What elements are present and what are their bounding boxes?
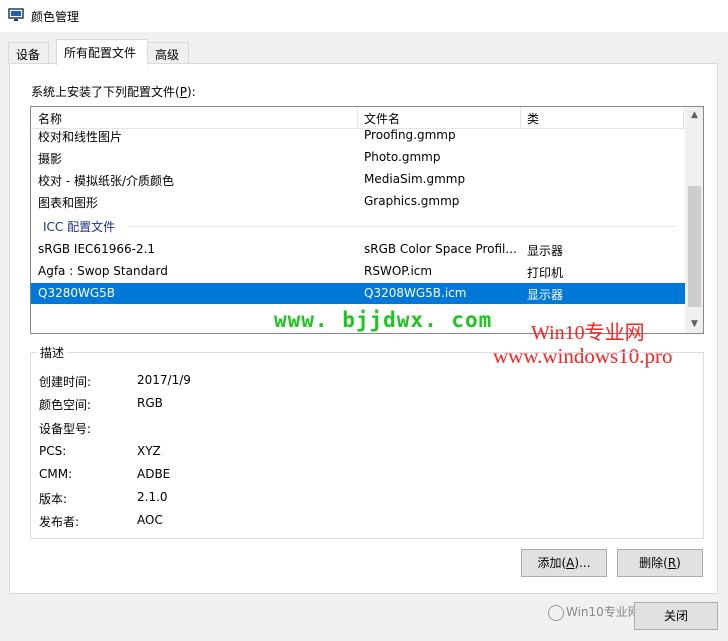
prop-value: RGB [137,396,163,410]
prop-value: ADBE [137,467,171,481]
prop-label: 创建时间: [39,375,92,389]
prop-value: 2.1.0 [137,490,168,504]
tab-advanced[interactable]: 高级 [147,42,189,63]
group-divider [127,226,675,227]
add-button[interactable]: 添加(A)... [521,549,607,577]
list-item[interactable]: 校对和线性图片 Proofing.gmmp [31,125,685,146]
tab-devices[interactable]: 设备 [8,42,49,63]
prop-label: 设备型号: [39,422,92,436]
delete-button[interactable]: 删除(R) [617,549,703,577]
list-item[interactable]: 摄影 Photo.gmmp [31,147,685,168]
tab-panel: 系统上安装了下列配置文件(P): 名称 文件名 类 校对和线性图片 Proofi… [9,63,718,594]
description-group: 描述 创建时间: 2017/1/9 颜色空间: RGB 设备型号: PCS: X… [30,344,704,539]
list-item-selected[interactable]: Q3280WG5B Q3208WG5B.icm 显示器 [31,283,685,304]
prop-label: 颜色空间: [39,398,92,412]
prop-label: CMM: [39,467,73,481]
group-header-icc: ICC 配置文件 [43,220,116,234]
window-title: 颜色管理 [31,10,80,24]
prop-value: 2017/1/9 [137,373,191,387]
prop-label: PCS: [39,444,67,458]
watermark-title: Win10专业网 [531,322,645,344]
prop-label: 版本: [39,492,68,506]
watermark-bottom: Win10专业网 [566,605,640,619]
prop-label: 发布者: [39,515,80,529]
scroll-up-icon[interactable]: ▲ [686,107,703,124]
vertical-scrollbar[interactable]: ▲ ▼ [685,107,703,333]
watermark-site: www. bjjdwx. com [274,308,493,332]
scroll-down-icon[interactable]: ▼ [686,316,703,333]
wechat-icon [548,605,564,621]
list-item[interactable]: sRGB IEC61966-2.1 sRGB Color Space Profi… [31,239,685,260]
installed-profiles-label: 系统上安装了下列配置文件(P): [31,85,196,99]
prop-value: AOC [137,513,163,527]
list-item[interactable]: 图表和图形 Graphics.gmmp [31,191,685,212]
list-item[interactable]: Agfa : Swop Standard RSWOP.icm 打印机 [31,261,685,282]
tab-all-profiles[interactable]: 所有配置文件 [56,39,148,65]
profiles-list[interactable]: 名称 文件名 类 校对和线性图片 Proofing.gmmp 摄影 Photo.… [30,106,704,334]
description-title: 描述 [37,344,68,361]
list-item[interactable]: 校对 - 模拟纸张/介质颜色 MediaSim.gmmp [31,169,685,190]
monitor-icon [8,8,24,21]
title-bar: 颜色管理 [0,0,728,32]
scroll-thumb[interactable] [688,186,701,307]
close-button[interactable]: 关闭 [634,602,718,630]
prop-value: XYZ [137,444,161,458]
